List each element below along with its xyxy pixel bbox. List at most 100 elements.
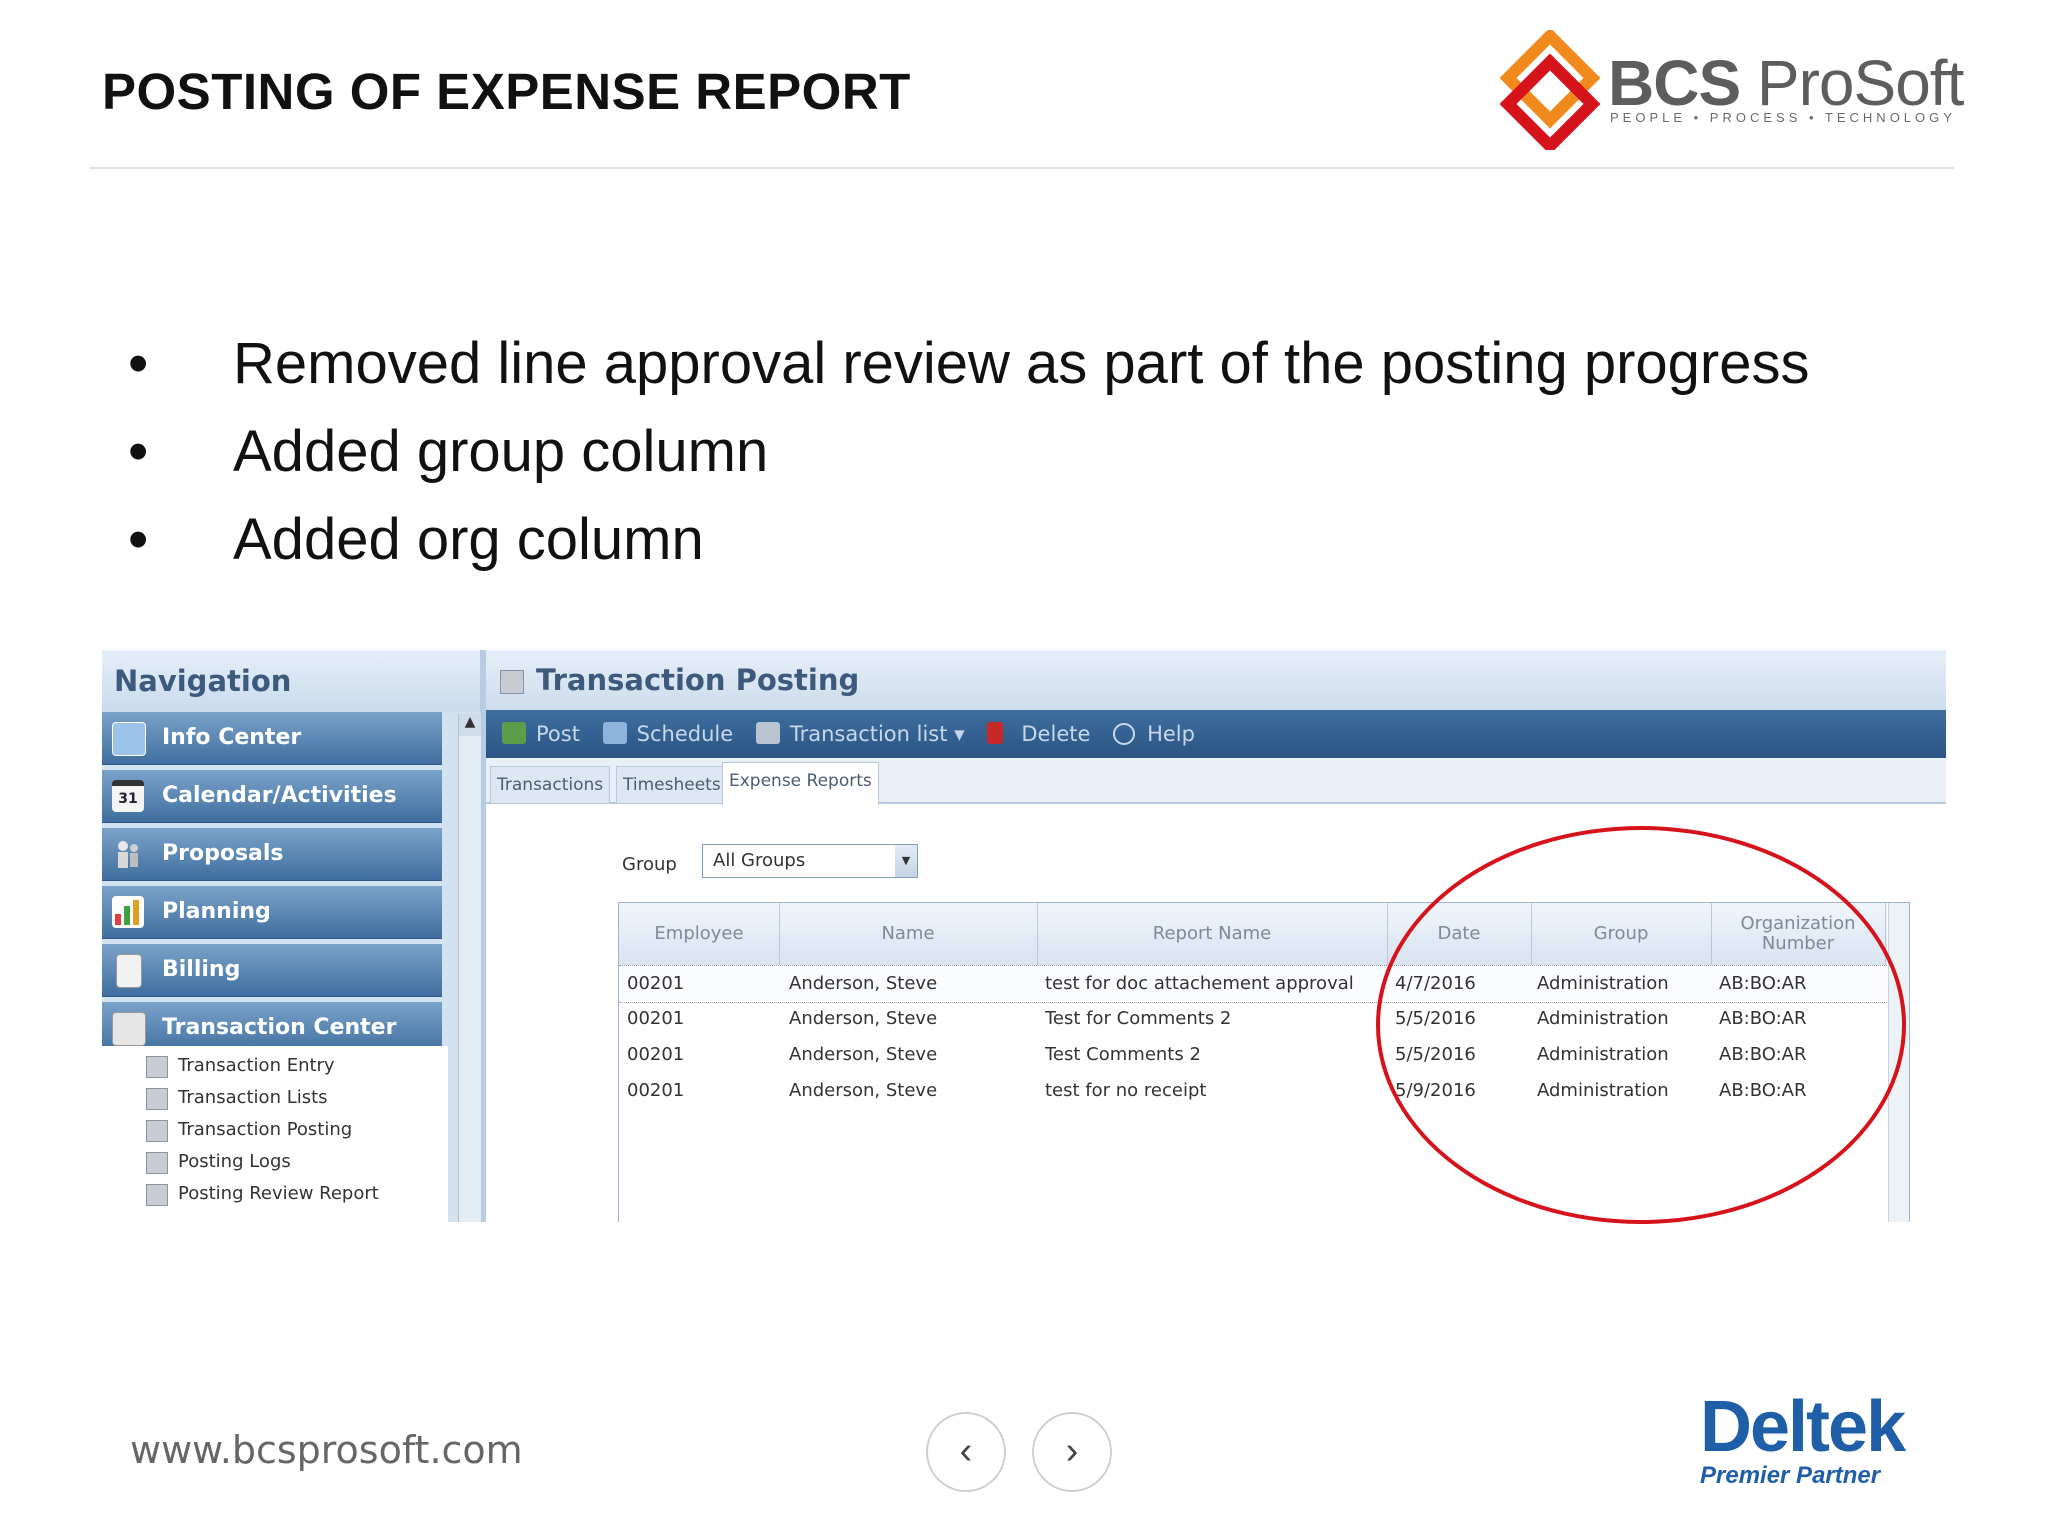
cell-employee: 00201 (627, 1044, 685, 1065)
chevron-down-icon[interactable]: ▼ (895, 845, 917, 877)
document-icon (500, 670, 524, 694)
cell-name: Anderson, Steve (789, 1008, 938, 1029)
nav-scrollbar[interactable]: ▲ (458, 714, 481, 1222)
nav-item-label: Billing (162, 957, 241, 982)
cell-employee: 00201 (627, 973, 685, 994)
document-icon (146, 1184, 168, 1206)
submenu-label: Posting Logs (178, 1151, 291, 1172)
submenu-transaction-posting[interactable]: Transaction Posting (138, 1114, 448, 1146)
group-filter-label: Group (622, 854, 677, 875)
submenu-transaction-lists[interactable]: Transaction Lists (138, 1082, 448, 1114)
delete-icon (987, 722, 1004, 744)
document-icon (146, 1152, 168, 1174)
next-slide-button[interactable]: › (1032, 1412, 1112, 1492)
chevron-left-icon: ‹ (959, 1430, 973, 1472)
nav-item-billing[interactable]: Billing (102, 944, 442, 997)
bullet-glyph: • (128, 507, 149, 572)
document-icon (146, 1120, 168, 1142)
submenu-transaction-entry[interactable]: Transaction Entry (138, 1050, 448, 1082)
panel-title: Transaction Posting (536, 663, 860, 697)
cell-name: Anderson, Steve (789, 973, 938, 994)
tab-timesheets[interactable]: Timesheets (616, 766, 728, 803)
nav-item-calendar-activities[interactable]: 31 Calendar/Activities (102, 770, 442, 823)
tab-transactions[interactable]: Transactions (490, 766, 611, 803)
tab-expense-reports[interactable]: Expense Reports (722, 762, 879, 805)
cell-report-name: Test for Comments 2 (1045, 1008, 1232, 1029)
cell-employee: 00201 (627, 1008, 685, 1029)
bullet-glyph: • (128, 419, 149, 484)
column-header-employee[interactable]: Employee (619, 903, 780, 965)
schedule-icon (602, 722, 627, 744)
toolbar: Post Schedule Transaction list ▾ Delete … (486, 710, 1946, 758)
column-header-report-name[interactable]: Report Name (1037, 903, 1388, 965)
nav-item-label: Transaction Center (162, 1015, 397, 1040)
bullet-text: Added group column (233, 419, 769, 484)
document-icon (146, 1056, 168, 1078)
submenu-posting-review-report[interactable]: Posting Review Report (138, 1178, 448, 1210)
nav-item-proposals[interactable]: Proposals (102, 828, 442, 881)
navigation-header: Navigation (102, 650, 480, 712)
nav-item-planning[interactable]: Planning (102, 886, 442, 939)
group-filter-select[interactable]: All Groups ▼ (702, 844, 918, 878)
cell-name: Anderson, Steve (789, 1080, 938, 1101)
footer-website[interactable]: www.bcsprosoft.com (130, 1428, 523, 1472)
toolbar-label: Delete (1021, 722, 1091, 746)
submenu-label: Transaction Entry (178, 1055, 335, 1076)
logo-wordmark: BCS ProSoft (1608, 46, 1964, 120)
toolbar-label: Post (536, 722, 580, 746)
highlight-circle-annotation (1376, 826, 1906, 1224)
submenu-posting-logs[interactable]: Posting Logs (138, 1146, 448, 1178)
navigation-panel: Navigation Info Center 31 Calendar/Activ… (102, 650, 486, 1222)
monitor-icon (112, 722, 146, 756)
transaction-center-submenu: Transaction Entry Transaction Lists Tran… (138, 1050, 448, 1210)
deltek-wordmark: Deltek (1700, 1387, 1906, 1467)
bcs-prosoft-logo: BCS ProSoft PEOPLE • PROCESS • TECHNOLOG… (1500, 30, 1964, 150)
people-icon (112, 838, 144, 870)
toolbar-label: Help (1147, 722, 1195, 746)
bullet-text: Removed line approval review as part of … (233, 331, 1810, 396)
nav-item-label: Info Center (162, 725, 302, 750)
slide-title: POSTING OF EXPENSE REPORT (102, 63, 911, 120)
column-header-name[interactable]: Name (779, 903, 1038, 965)
cell-report-name: Test Comments 2 (1045, 1044, 1201, 1065)
logo-brand-bold: BCS (1608, 47, 1741, 119)
cell-employee: 00201 (627, 1080, 685, 1101)
logo-brand-light: ProSoft (1740, 47, 1964, 119)
document-icon (146, 1088, 168, 1110)
chevron-right-icon: › (1065, 1430, 1079, 1472)
nav-item-label: Planning (162, 899, 271, 924)
panel-header: Transaction Posting (486, 650, 1946, 710)
calendar-icon: 31 (112, 780, 144, 812)
bullet-glyph: • (128, 331, 149, 396)
submenu-label: Posting Review Report (178, 1183, 379, 1204)
delete-button[interactable]: Delete (987, 710, 1090, 758)
previous-slide-button[interactable]: ‹ (926, 1412, 1006, 1492)
nav-item-info-center[interactable]: Info Center (102, 712, 442, 765)
help-icon (1113, 723, 1136, 745)
cell-name: Anderson, Steve (789, 1044, 938, 1065)
nav-item-label: Proposals (162, 841, 284, 866)
toolbar-label: Transaction list ▾ (789, 722, 965, 746)
bullet-text: Added org column (233, 507, 704, 572)
logo-tagline: PEOPLE • PROCESS • TECHNOLOGY (1610, 110, 1956, 125)
schedule-button[interactable]: Schedule (602, 710, 734, 758)
submenu-label: Transaction Lists (178, 1087, 328, 1108)
transaction-icon (112, 1012, 146, 1046)
transaction-list-button[interactable]: Transaction list ▾ (755, 710, 965, 758)
chart-icon (112, 896, 144, 928)
nav-item-label: Calendar/Activities (162, 783, 397, 808)
group-filter-value: All Groups (713, 850, 806, 871)
bcs-diamond-logo-icon (1500, 30, 1600, 150)
scroll-up-icon[interactable]: ▲ (459, 714, 481, 736)
title-divider (90, 167, 1954, 169)
cell-report-name: test for no receipt (1045, 1080, 1207, 1101)
submenu-label: Transaction Posting (178, 1119, 353, 1140)
help-button[interactable]: Help (1113, 710, 1195, 758)
toolbar-label: Schedule (636, 722, 734, 746)
post-button[interactable]: Post (502, 710, 580, 758)
cell-report-name: test for doc attachement approval (1045, 973, 1354, 994)
deltek-partner-logo: Deltek Premier Partner (1700, 1386, 1940, 1506)
invoice-icon (116, 954, 142, 988)
printer-icon (755, 722, 780, 744)
post-icon (502, 722, 526, 744)
